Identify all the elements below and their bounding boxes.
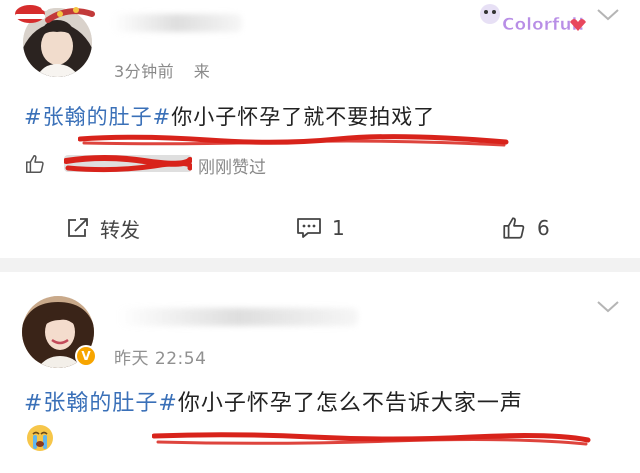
redacted-liker-names	[64, 155, 192, 173]
redacted-username	[118, 308, 358, 326]
colorful-sticker-icon: Colorful!	[474, 0, 594, 40]
comment-text: #张翰的肚子#你小子怀孕了就不要拍戏了	[24, 101, 435, 131]
topic-link[interactable]: #张翰的肚子#	[24, 105, 171, 129]
chevron-down-icon[interactable]	[596, 300, 620, 314]
comment-icon	[297, 218, 321, 238]
comment-body: 你小子怀孕了怎么不告诉大家一声	[177, 391, 523, 416]
verified-badge: V	[75, 345, 97, 367]
comment-source: 来	[193, 62, 211, 81]
comment-time: 3分钟前	[114, 62, 175, 81]
repost-icon	[68, 218, 88, 237]
crying-emoji-icon	[27, 425, 53, 451]
comment-card-1: 3分钟前 来 Colorful! #张翰的肚子#你小子怀孕了就不要拍戏了 刚刚赞…	[0, 0, 640, 258]
comment-text: #张翰的肚子#你小子怀孕了怎么不告诉大家一声	[24, 385, 523, 417]
comment-count: 1	[332, 216, 345, 240]
comment-button[interactable]: 1	[296, 214, 345, 242]
thumb-up-icon	[503, 217, 525, 239]
section-divider	[0, 258, 640, 272]
thumb-up-icon[interactable]	[24, 153, 46, 175]
topic-link[interactable]: #张翰的肚子#	[24, 391, 178, 416]
repost-button[interactable]: 转发	[66, 214, 140, 242]
weibo-comment-feed: 3分钟前 来 Colorful! #张翰的肚子#你小子怀孕了就不要拍戏了 刚刚赞…	[0, 0, 640, 473]
comment-card-2	[0, 272, 640, 473]
sticker-text: Colorful!	[502, 15, 585, 35]
redacted-username	[112, 14, 242, 32]
comment-body: 你小子怀孕了就不要拍戏了	[171, 105, 436, 129]
like-button[interactable]: 6	[501, 214, 550, 242]
action-bar: 转发 1 6	[0, 204, 640, 254]
like-count: 6	[537, 216, 550, 240]
red-underline-marker	[78, 134, 509, 147]
repost-label: 转发	[100, 217, 140, 242]
liked-time-text: 刚刚赞过	[198, 158, 266, 178]
chevron-down-icon[interactable]	[596, 8, 620, 22]
comment-meta: 3分钟前 来	[114, 58, 210, 82]
comment-time: 昨天 22:54	[114, 349, 207, 369]
christmas-avatar-frame-icon	[15, 3, 95, 23]
